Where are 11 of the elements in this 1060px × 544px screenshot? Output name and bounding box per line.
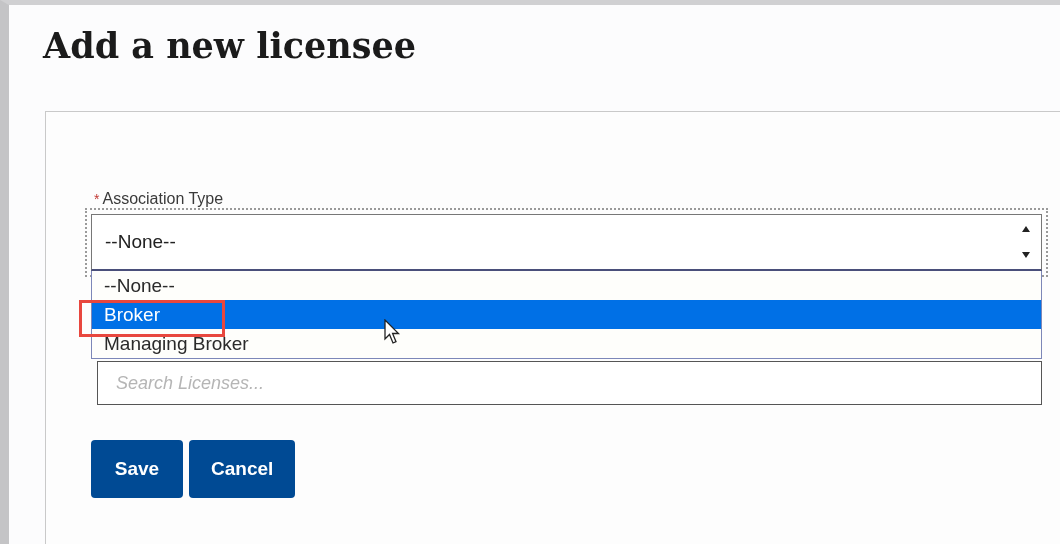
dropdown-option[interactable]: --None--: [92, 271, 1041, 300]
dropdown-option[interactable]: Managing Broker: [92, 329, 1041, 358]
up-down-arrows-icon: [1021, 225, 1031, 259]
save-button[interactable]: Save: [91, 440, 183, 498]
required-mark: *: [94, 191, 100, 207]
page-title: Add a new licensee: [43, 24, 417, 68]
cancel-button[interactable]: Cancel: [189, 440, 296, 498]
search-field[interactable]: Search Licenses...: [97, 361, 1042, 405]
dropdown-option[interactable]: Broker: [92, 300, 1041, 329]
mouse-cursor-icon: [384, 319, 402, 345]
field-label: Association Type: [102, 190, 224, 208]
